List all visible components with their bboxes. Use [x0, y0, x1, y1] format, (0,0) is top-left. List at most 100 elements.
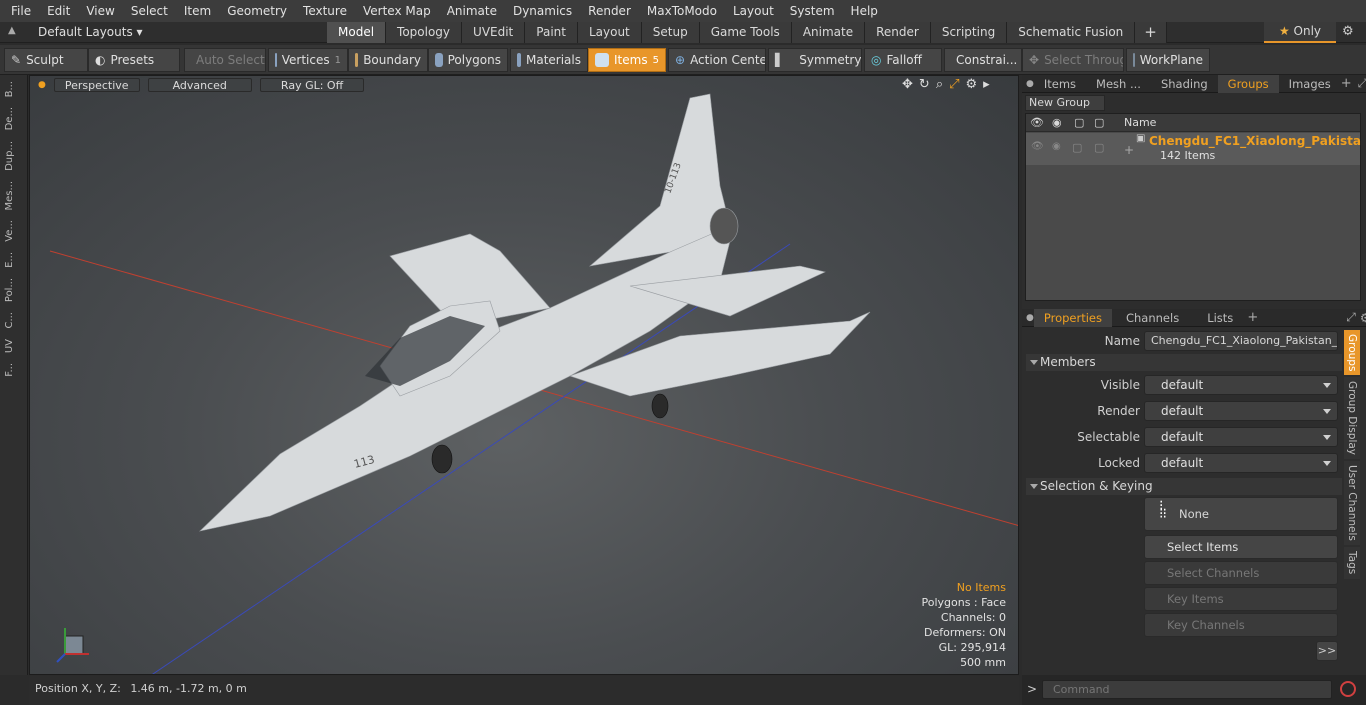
menu-item[interactable]: Item: [176, 4, 219, 18]
properties-gear-icon[interactable]: ⚙: [1360, 311, 1366, 325]
zoom-view-icon[interactable]: ⌕: [936, 77, 943, 92]
auto-select-button[interactable]: Auto Select: [184, 48, 266, 72]
menu-vertex-map[interactable]: Vertex Map: [355, 4, 439, 18]
none-preset-button[interactable]: ⁝ ⁝⁝ None: [1144, 497, 1338, 531]
left-tab-duplicate[interactable]: Dup...: [4, 137, 24, 175]
menu-maxtomodo[interactable]: MaxToModo: [639, 4, 725, 18]
record-macro-icon[interactable]: [1340, 681, 1356, 697]
maximize-view-icon[interactable]: ⤢: [949, 77, 959, 92]
select-column-icon[interactable]: ▢: [1074, 116, 1084, 129]
menu-system[interactable]: System: [782, 4, 843, 18]
menu-select[interactable]: Select: [123, 4, 176, 18]
left-tab-uv[interactable]: UV: [4, 335, 24, 357]
tab-items[interactable]: Items: [1034, 75, 1086, 93]
menu-dynamics[interactable]: Dynamics: [505, 4, 580, 18]
tab-setup[interactable]: Setup: [641, 22, 700, 43]
tab-shading[interactable]: Shading: [1151, 75, 1218, 93]
collapse-icon[interactable]: ▲: [8, 25, 16, 36]
tab-schematic-fusion[interactable]: Schematic Fusion: [1007, 22, 1136, 43]
viewport-settings-icon[interactable]: ⚙: [966, 77, 978, 92]
constraints-button[interactable]: Constrai...: [944, 48, 1022, 72]
tab-scripting[interactable]: Scripting: [930, 22, 1008, 43]
row-lock-icon[interactable]: ▢: [1094, 141, 1104, 154]
group-row[interactable]: 👁 ◉ ▢ ▢ + ▣ Chengdu_FC1_Xiaolong_Pakista…: [1026, 133, 1366, 165]
command-input[interactable]: [1042, 680, 1332, 699]
render-column-icon[interactable]: ◉: [1052, 116, 1062, 129]
falloff-button[interactable]: ◎ Falloff: [864, 48, 942, 72]
left-tab-vertex[interactable]: Ve...: [4, 216, 24, 246]
left-tab-edge[interactable]: E...: [4, 248, 24, 272]
move-view-icon[interactable]: ✥: [902, 77, 913, 92]
polygons-button[interactable]: Polygons: [428, 48, 508, 72]
expand-properties-icon[interactable]: ⤢: [1346, 310, 1356, 325]
vertices-button[interactable]: Vertices 1: [268, 48, 348, 72]
selectable-select[interactable]: default: [1144, 427, 1338, 447]
tab-topology[interactable]: Topology: [386, 22, 463, 43]
select-channels-button[interactable]: Select Channels: [1144, 561, 1338, 585]
row-visibility-icon[interactable]: 👁: [1031, 141, 1044, 152]
action-center-button[interactable]: ⊕ Action Center: [668, 48, 766, 72]
left-tab-polygon[interactable]: Pol...: [4, 274, 24, 306]
sculpt-button[interactable]: ✎ Sculpt: [4, 48, 88, 72]
tab-render[interactable]: Render: [865, 22, 931, 43]
tab-model[interactable]: Model: [327, 22, 387, 43]
add-properties-tab-icon[interactable]: +: [1247, 310, 1258, 325]
side-tab-tags[interactable]: Tags: [1344, 547, 1360, 579]
raygl-button[interactable]: Ray GL: Off: [259, 78, 365, 92]
presets-button[interactable]: ◐ Presets: [88, 48, 180, 72]
tab-groups[interactable]: Groups: [1217, 74, 1279, 93]
select-items-button[interactable]: Select Items: [1144, 535, 1338, 559]
members-section[interactable]: Members: [1026, 354, 1342, 371]
tab-layout[interactable]: Layout: [577, 22, 642, 43]
menu-render[interactable]: Render: [580, 4, 639, 18]
only-toggle[interactable]: ★ Only: [1264, 22, 1336, 43]
tab-lists[interactable]: Lists: [1193, 309, 1247, 327]
menu-layout[interactable]: Layout: [725, 4, 782, 18]
left-tab-basic[interactable]: B...: [4, 77, 24, 101]
tab-mesh[interactable]: Mesh ...: [1086, 75, 1151, 93]
side-tab-user-channels[interactable]: User Channels: [1344, 461, 1360, 546]
row-render-icon[interactable]: ◉: [1052, 141, 1061, 152]
3d-viewport[interactable]: 113 10-113 ● Perspective Advanced Ray GL…: [29, 75, 1019, 675]
menu-animate[interactable]: Animate: [439, 4, 505, 18]
left-tab-fusion[interactable]: F...: [4, 359, 24, 381]
tab-properties[interactable]: Properties: [1033, 308, 1112, 327]
boundary-button[interactable]: Boundary: [348, 48, 428, 72]
symmetry-button[interactable]: ▌ Symmetry: [768, 48, 862, 72]
tab-channels[interactable]: Channels: [1112, 309, 1193, 327]
new-group-button[interactable]: New Group: [1025, 95, 1105, 111]
menu-help[interactable]: Help: [843, 4, 886, 18]
select-through-button[interactable]: ✥ Select Through: [1022, 48, 1124, 72]
selection-keying-section[interactable]: Selection & Keying: [1026, 478, 1342, 495]
render-select[interactable]: default: [1144, 401, 1338, 421]
materials-button[interactable]: Materials: [510, 48, 588, 72]
visible-select[interactable]: default: [1144, 375, 1338, 395]
viewport-expand-icon[interactable]: ▸: [983, 77, 990, 92]
side-tab-group-display[interactable]: Group Display: [1344, 377, 1360, 460]
items-button[interactable]: Items 5: [588, 48, 666, 72]
visibility-column-icon[interactable]: 👁: [1030, 116, 1044, 129]
tab-game-tools[interactable]: Game Tools: [699, 22, 792, 43]
menu-texture[interactable]: Texture: [295, 4, 355, 18]
gear-icon[interactable]: ⚙: [1342, 24, 1354, 39]
tab-animate[interactable]: Animate: [791, 22, 866, 43]
left-tab-deform[interactable]: De...: [4, 103, 24, 134]
name-column-header[interactable]: Name: [1124, 116, 1156, 129]
key-channels-button[interactable]: Key Channels: [1144, 613, 1338, 637]
row-select-icon[interactable]: ▢: [1072, 141, 1082, 154]
add-tab-icon[interactable]: +: [1135, 22, 1167, 43]
menu-geometry[interactable]: Geometry: [219, 4, 295, 18]
left-tab-mesh[interactable]: Mes...: [4, 177, 24, 215]
expand-group-icon[interactable]: +: [1124, 143, 1134, 157]
locked-select[interactable]: default: [1144, 453, 1338, 473]
more-options-button[interactable]: >>: [1316, 641, 1338, 661]
add-panel-tab-icon[interactable]: +: [1341, 76, 1352, 91]
workplane-button[interactable]: WorkPlane: [1126, 48, 1210, 72]
tab-paint[interactable]: Paint: [525, 22, 578, 43]
menu-file[interactable]: File: [3, 4, 39, 18]
side-tab-groups[interactable]: Groups: [1344, 330, 1360, 376]
advanced-button[interactable]: Advanced: [147, 78, 252, 92]
group-name-field[interactable]: Chengdu_FC1_Xiaolong_Pakistan_Air...: [1144, 331, 1338, 351]
expand-panel-icon[interactable]: ⤢: [1358, 76, 1366, 91]
left-tab-curve[interactable]: C...: [4, 308, 24, 333]
